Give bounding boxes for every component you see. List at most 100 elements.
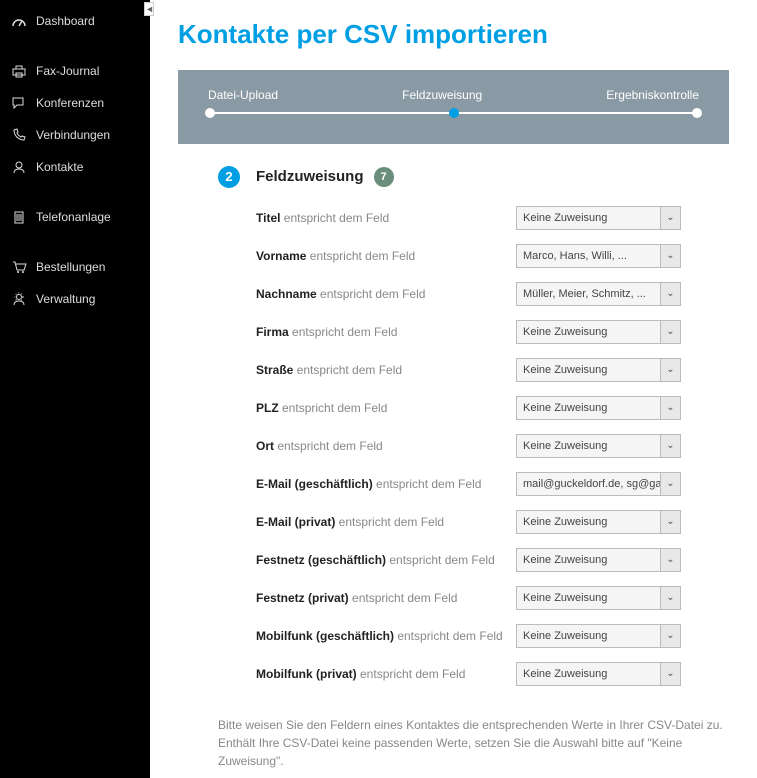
field-select-value: Müller, Meier, Schmitz, ... <box>517 288 660 300</box>
field-select[interactable]: Keine Zuweisung⌄ <box>516 206 681 230</box>
sidebar-item-label: Telefonanlage <box>36 210 111 224</box>
progress-stepper: Datei-Upload Feldzuweisung Ergebniskontr… <box>178 70 729 144</box>
field-name: Titel <box>256 211 280 225</box>
field-row: Ort entspricht dem FeldKeine Zuweisung⌄ <box>256 434 729 458</box>
chevron-down-icon: ⌄ <box>660 549 680 571</box>
sidebar-item-kontakte[interactable]: Kontakte <box>0 151 150 183</box>
field-select[interactable]: Keine Zuweisung⌄ <box>516 586 681 610</box>
field-select[interactable]: Keine Zuweisung⌄ <box>516 358 681 382</box>
field-name: E-Mail (geschäftlich) <box>256 477 373 491</box>
sidebar-item-label: Fax-Journal <box>36 64 99 78</box>
field-label: Vorname entspricht dem Feld <box>256 249 516 263</box>
progress-dot-2-active <box>449 108 459 118</box>
chevron-down-icon: ⌄ <box>660 207 680 229</box>
field-label: Mobilfunk (geschäftlich) entspricht dem … <box>256 629 516 643</box>
field-row: Festnetz (geschäftlich) entspricht dem F… <box>256 548 729 572</box>
field-select[interactable]: Keine Zuweisung⌄ <box>516 434 681 458</box>
cart-icon <box>10 259 28 275</box>
chevron-down-icon: ⌄ <box>660 663 680 685</box>
field-select[interactable]: Keine Zuweisung⌄ <box>516 548 681 572</box>
section-header: 2 Feldzuweisung 7 <box>218 166 729 188</box>
user-icon <box>10 159 28 175</box>
printer-icon <box>10 63 28 79</box>
field-select-value: Keine Zuweisung <box>517 592 660 604</box>
field-label: Festnetz (geschäftlich) entspricht dem F… <box>256 553 516 567</box>
page-title: Kontakte per CSV importieren <box>178 20 729 50</box>
field-label: Straße entspricht dem Feld <box>256 363 516 377</box>
field-select[interactable]: Müller, Meier, Schmitz, ...⌄ <box>516 282 681 306</box>
field-row: E-Mail (geschäftlich) entspricht dem Fel… <box>256 472 729 496</box>
field-select[interactable]: Keine Zuweisung⌄ <box>516 396 681 420</box>
field-select-value: Keine Zuweisung <box>517 440 660 452</box>
admin-icon <box>10 291 28 307</box>
field-name: Mobilfunk (privat) <box>256 667 357 681</box>
field-name: Festnetz (geschäftlich) <box>256 553 386 567</box>
sidebar: ◄ Dashboard Fax-Journal Konferenzen Verb… <box>0 0 150 778</box>
dashboard-icon <box>10 13 28 29</box>
field-select[interactable]: Keine Zuweisung⌄ <box>516 662 681 686</box>
chat-icon <box>10 95 28 111</box>
sidebar-item-fax-journal[interactable]: Fax-Journal <box>0 55 150 87</box>
field-row: Nachname entspricht dem FeldMüller, Meie… <box>256 282 729 306</box>
progress-step-3-label: Ergebniskontrolle <box>606 88 699 102</box>
chevron-down-icon: ⌄ <box>660 435 680 457</box>
chevron-down-icon: ⌄ <box>660 511 680 533</box>
field-select[interactable]: Keine Zuweisung⌄ <box>516 510 681 534</box>
field-mapping-list: Titel entspricht dem FeldKeine Zuweisung… <box>256 206 729 686</box>
field-select-value: Keine Zuweisung <box>517 516 660 528</box>
chevron-down-icon: ⌄ <box>660 587 680 609</box>
field-row: E-Mail (privat) entspricht dem FeldKeine… <box>256 510 729 534</box>
sidebar-item-verbindungen[interactable]: Verbindungen <box>0 119 150 151</box>
field-label: Titel entspricht dem Feld <box>256 211 516 225</box>
progress-dot-3 <box>692 108 702 118</box>
field-label: Festnetz (privat) entspricht dem Feld <box>256 591 516 605</box>
chevron-down-icon: ⌄ <box>660 245 680 267</box>
annotation-7-badge: 7 <box>374 167 394 187</box>
sidebar-item-telefonanlage[interactable]: Telefonanlage <box>0 201 150 233</box>
sidebar-item-label: Verbindungen <box>36 128 110 142</box>
field-select-value: Keine Zuweisung <box>517 326 660 338</box>
chevron-down-icon: ⌄ <box>660 359 680 381</box>
field-name: Mobilfunk (geschäftlich) <box>256 629 394 643</box>
field-select-value: Keine Zuweisung <box>517 668 660 680</box>
field-label: Mobilfunk (privat) entspricht dem Feld <box>256 667 516 681</box>
chevron-down-icon: ⌄ <box>660 473 680 495</box>
field-select-value: Keine Zuweisung <box>517 402 660 414</box>
sidebar-item-label: Verwaltung <box>36 292 95 306</box>
field-select-value: Keine Zuweisung <box>517 554 660 566</box>
field-label: E-Mail (privat) entspricht dem Feld <box>256 515 516 529</box>
field-select-value: Marco, Hans, Willi, ... <box>517 250 660 262</box>
field-name: Straße <box>256 363 293 377</box>
progress-step-1-label: Datei-Upload <box>208 88 278 102</box>
field-name: Nachname <box>256 287 317 301</box>
section-title: Feldzuweisung <box>256 168 364 185</box>
sidebar-item-bestellungen[interactable]: Bestellungen <box>0 251 150 283</box>
field-select[interactable]: Keine Zuweisung⌄ <box>516 320 681 344</box>
sidebar-item-verwaltung[interactable]: Verwaltung <box>0 283 150 315</box>
field-name: E-Mail (privat) <box>256 515 335 529</box>
field-name: PLZ <box>256 401 279 415</box>
field-select-value: Keine Zuweisung <box>517 630 660 642</box>
main-content: Kontakte per CSV importieren Datei-Uploa… <box>150 0 757 778</box>
field-label: Firma entspricht dem Feld <box>256 325 516 339</box>
progress-dot-1 <box>205 108 215 118</box>
building-icon <box>10 209 28 225</box>
field-label: E-Mail (geschäftlich) entspricht dem Fel… <box>256 477 516 491</box>
field-label: Nachname entspricht dem Feld <box>256 287 516 301</box>
field-select[interactable]: Keine Zuweisung⌄ <box>516 624 681 648</box>
progress-step-2-label: Feldzuweisung <box>402 88 482 102</box>
field-row: Straße entspricht dem FeldKeine Zuweisun… <box>256 358 729 382</box>
field-name: Vorname <box>256 249 306 263</box>
field-select[interactable]: mail@guckeldorf.de, sg@gartner.de⌄ <box>516 472 681 496</box>
field-row: Mobilfunk (privat) entspricht dem FeldKe… <box>256 662 729 686</box>
field-row: Titel entspricht dem FeldKeine Zuweisung… <box>256 206 729 230</box>
chevron-down-icon: ⌄ <box>660 283 680 305</box>
field-row: Mobilfunk (geschäftlich) entspricht dem … <box>256 624 729 648</box>
field-label: PLZ entspricht dem Feld <box>256 401 516 415</box>
field-row: PLZ entspricht dem FeldKeine Zuweisung⌄ <box>256 396 729 420</box>
field-name: Festnetz (privat) <box>256 591 349 605</box>
sidebar-item-dashboard[interactable]: Dashboard <box>0 5 150 37</box>
field-select[interactable]: Marco, Hans, Willi, ...⌄ <box>516 244 681 268</box>
field-label: Ort entspricht dem Feld <box>256 439 516 453</box>
sidebar-item-konferenzen[interactable]: Konferenzen <box>0 87 150 119</box>
